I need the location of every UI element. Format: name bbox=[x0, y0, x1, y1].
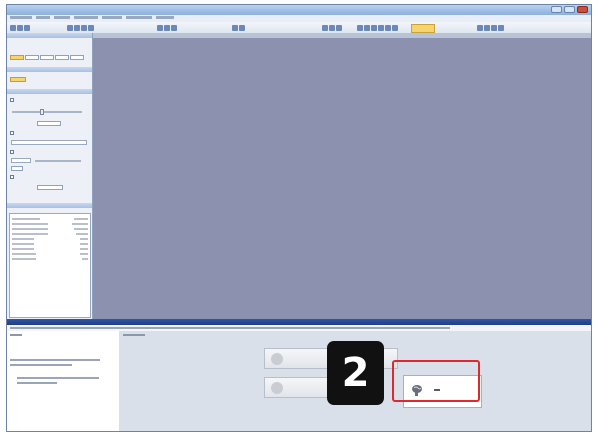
panel-checkbox[interactable] bbox=[10, 150, 14, 154]
info-row bbox=[12, 228, 88, 232]
slider-track[interactable] bbox=[35, 160, 81, 162]
menu-item[interactable] bbox=[102, 16, 122, 19]
panel-header[interactable] bbox=[7, 33, 92, 38]
panel-button[interactable] bbox=[40, 55, 54, 60]
guide-bullet bbox=[17, 377, 113, 384]
minimize-button[interactable] bbox=[551, 6, 562, 13]
panel-button[interactable] bbox=[37, 121, 61, 126]
wizard-step-title bbox=[123, 334, 145, 336]
menu-item[interactable] bbox=[74, 16, 98, 19]
toolbar-group[interactable] bbox=[232, 24, 245, 31]
panel-button[interactable] bbox=[11, 166, 23, 171]
bottom-panel bbox=[7, 319, 591, 431]
panel-button[interactable] bbox=[10, 77, 26, 82]
info-row bbox=[12, 218, 88, 222]
menu-item[interactable] bbox=[10, 16, 32, 19]
panel-button[interactable] bbox=[25, 55, 39, 60]
panel-button[interactable] bbox=[10, 55, 24, 60]
maximize-button[interactable] bbox=[564, 6, 575, 13]
step-badge: 2 bbox=[327, 341, 384, 405]
info-row bbox=[12, 253, 88, 257]
slider-track[interactable] bbox=[12, 111, 82, 113]
menu-item[interactable] bbox=[126, 16, 152, 19]
toolbar-group[interactable] bbox=[357, 24, 398, 31]
toolbar-group[interactable] bbox=[10, 24, 30, 31]
menu-item[interactable] bbox=[36, 16, 50, 19]
title-bar bbox=[7, 5, 591, 15]
panel-button[interactable] bbox=[70, 55, 84, 60]
toolbar-highlighted-button[interactable] bbox=[411, 24, 435, 33]
image-canvas[interactable] bbox=[93, 33, 591, 319]
toolbar-group[interactable] bbox=[477, 24, 504, 31]
panel-input[interactable] bbox=[11, 158, 31, 163]
guide-title bbox=[10, 334, 22, 336]
panel-checkbox[interactable] bbox=[10, 98, 14, 102]
disc-icon bbox=[271, 381, 283, 394]
toolbar-group[interactable] bbox=[67, 24, 94, 31]
slider-knob[interactable] bbox=[40, 109, 44, 115]
panel-header[interactable] bbox=[7, 67, 92, 72]
panel-header[interactable] bbox=[7, 203, 92, 208]
info-row bbox=[12, 248, 88, 252]
panel-button[interactable] bbox=[55, 55, 69, 60]
panel-checkbox[interactable] bbox=[10, 175, 14, 179]
callout-highlight-frame bbox=[392, 360, 480, 402]
canvas-header bbox=[93, 33, 591, 38]
left-panel bbox=[7, 33, 93, 319]
toolbar-group[interactable] bbox=[157, 24, 177, 31]
panel-checkbox[interactable] bbox=[10, 131, 14, 135]
info-row bbox=[12, 243, 88, 247]
info-row bbox=[12, 238, 88, 242]
toolbar-group[interactable] bbox=[322, 24, 342, 31]
menu-item[interactable] bbox=[54, 16, 70, 19]
guide-panel bbox=[7, 331, 120, 431]
info-row bbox=[12, 258, 88, 262]
info-row bbox=[12, 233, 88, 237]
menu-bar bbox=[7, 15, 591, 22]
step-number: 2 bbox=[341, 350, 370, 396]
scanner-icon bbox=[271, 352, 283, 365]
menu-item[interactable] bbox=[156, 16, 174, 19]
close-button[interactable] bbox=[577, 6, 588, 13]
info-row bbox=[12, 223, 88, 227]
info-box bbox=[9, 213, 91, 318]
guide-text bbox=[10, 359, 114, 366]
panel-button[interactable] bbox=[37, 185, 63, 190]
application-window bbox=[6, 4, 592, 432]
panel-header[interactable] bbox=[7, 89, 92, 94]
panel-dropdown[interactable] bbox=[11, 140, 87, 145]
